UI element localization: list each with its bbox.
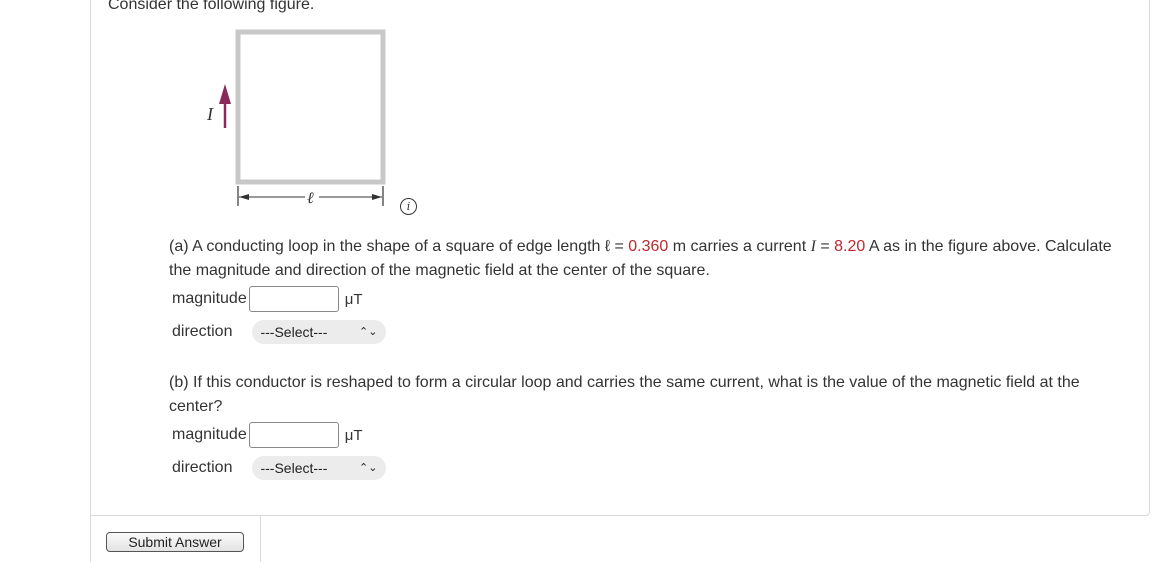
part-a-text-1: (a) A conducting loop in the shape of a … (169, 238, 629, 255)
part-a-direction-label: direction (172, 323, 233, 340)
current-arrow-head (219, 84, 231, 104)
figure-svg: I ℓ (206, 29, 386, 207)
current-value: 8.20 (834, 238, 866, 255)
part-b-magnitude-row: magnitude μT (172, 422, 363, 448)
part-a-magnitude-label: magnitude (172, 290, 247, 307)
dimension-arrow-right (372, 194, 382, 200)
part-b-question: (b) If this conductor is reshaped to for… (169, 374, 1080, 415)
part-b-magnitude-input[interactable] (248, 422, 339, 448)
part-a-direction-selected: ---Select--- (260, 324, 328, 340)
part-a-direction-row: direction ---Select--- ⌃⌄ (172, 320, 387, 344)
part-b-direction-row: direction ---Select--- ⌃⌄ (172, 456, 387, 480)
info-icon[interactable]: i (400, 198, 417, 215)
panel-border-left (90, 516, 91, 562)
part-b-unit: μT (344, 426, 363, 444)
current-label: I (206, 104, 214, 124)
part-b-direction-selected: ---Select--- (260, 460, 328, 476)
part-b-magnitude-label: magnitude (172, 426, 247, 443)
submit-answer-button[interactable]: Submit Answer (106, 532, 244, 552)
question-page: Consider the following figure. I ℓ i (a)… (0, 0, 1170, 562)
updown-chevron-icon: ⌃⌄ (359, 462, 378, 474)
part-b-direction-select[interactable]: ---Select--- ⌃⌄ (252, 456, 387, 480)
intro-text: Consider the following figure. (108, 0, 315, 13)
length-value: 0.360 (628, 238, 669, 255)
updown-chevron-icon: ⌃⌄ (359, 326, 378, 338)
part-a-text-2: m carries a current (668, 238, 811, 255)
dimension-arrow-left (239, 194, 249, 200)
part-a-magnitude-row: magnitude μT (172, 286, 363, 312)
part-b-direction-label: direction (172, 459, 233, 476)
part-a-question: (a) A conducting loop in the shape of a … (169, 235, 1129, 283)
part-a-text-3: = (815, 238, 835, 255)
square-loop (235, 29, 386, 185)
part-a-direction-select[interactable]: ---Select--- ⌃⌄ (252, 320, 387, 344)
square-loop-figure: I ℓ (195, 28, 410, 218)
length-label: ℓ (307, 190, 314, 207)
panel-divider (260, 516, 261, 562)
part-a-magnitude-input[interactable] (248, 286, 339, 312)
part-a-unit: μT (344, 290, 363, 308)
